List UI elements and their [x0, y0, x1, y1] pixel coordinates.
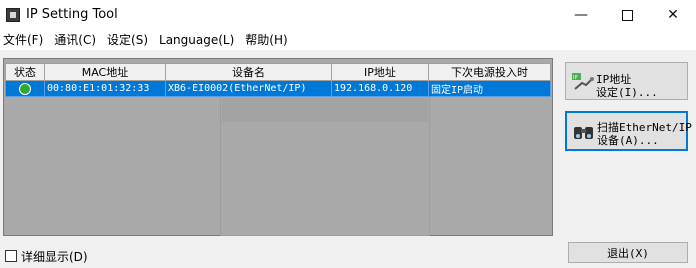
minimize-button[interactable]: — — [558, 0, 604, 31]
scan-ethernet-ip-button[interactable]: 扫描EtherNet/IP 设备(A)... — [565, 111, 692, 151]
exit-label: 退出(X) — [607, 247, 649, 260]
column-header-status[interactable]: 状态 — [5, 63, 45, 81]
menu-communication[interactable]: 通讯(C) — [51, 31, 99, 50]
device-table: 状态 MAC地址 设备名 IP地址 下次电源投入时 00:80:E1:01:32… — [5, 63, 551, 97]
ip-setting-label: IP地址 设定(I)... — [596, 73, 658, 99]
ip-setting-button[interactable]: IP IP地址 设定(I)... — [565, 62, 688, 100]
exit-button[interactable]: 退出(X) — [568, 242, 688, 263]
svg-text:IP: IP — [573, 75, 578, 81]
row-status-cell — [5, 80, 45, 97]
detail-display-checkbox[interactable] — [5, 250, 17, 262]
row-next-power-cell: 固定IP启动 — [428, 80, 551, 97]
menu-help[interactable]: 帮助(H) — [242, 31, 290, 50]
ok-circle-icon — [19, 82, 31, 95]
menu-file[interactable]: 文件(F) — [0, 31, 46, 50]
column-header-device-name[interactable]: 设备名 — [165, 63, 332, 81]
binoculars-icon — [574, 127, 593, 139]
menu-bar: 文件(F) 通讯(C) 设定(S) Language(L) 帮助(H) — [0, 31, 696, 50]
column-header-next-power[interactable]: 下次电源投入时 — [428, 63, 551, 81]
window-title: IP Setting Tool — [26, 7, 118, 22]
app-icon — [6, 8, 20, 22]
column-header-mac[interactable]: MAC地址 — [44, 63, 166, 81]
menu-settings[interactable]: 设定(S) — [104, 31, 151, 50]
row-ip-cell: 192.168.0.120 — [331, 80, 429, 97]
column-header-ip[interactable]: IP地址 — [331, 63, 429, 81]
maximize-button[interactable] — [604, 0, 650, 31]
close-button[interactable]: ✕ — [650, 0, 696, 31]
title-bar: IP Setting Tool — ✕ — [0, 0, 696, 31]
maximize-icon — [621, 9, 633, 21]
background-band — [222, 98, 428, 122]
scan-label: 扫描EtherNet/IP 设备(A)... — [597, 121, 692, 147]
row-mac-cell: 00:80:E1:01:32:33 — [44, 80, 166, 97]
menu-language[interactable]: Language(L) — [156, 31, 237, 50]
table-row[interactable]: 00:80:E1:01:32:33 XB6-EI0002(EtherNet/IP… — [5, 80, 551, 97]
row-device-name-cell: XB6-EI0002(EtherNet/IP) — [165, 80, 332, 97]
detail-display-label[interactable]: 详细显示(D) — [21, 248, 88, 265]
ip-network-icon: IP — [572, 73, 594, 90]
